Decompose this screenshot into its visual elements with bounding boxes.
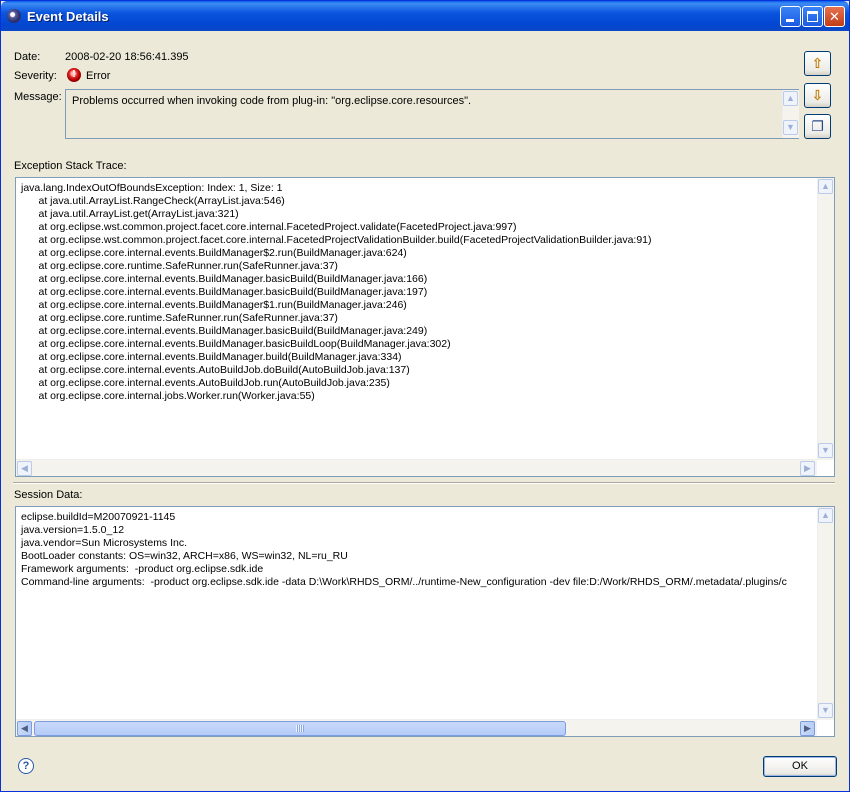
scroll-down-button[interactable]: ▼ (818, 703, 833, 718)
text-line: at org.eclipse.core.internal.events.Buil… (21, 247, 407, 259)
text-line: Command-line arguments: -product org.ecl… (21, 576, 787, 588)
text-line: at org.eclipse.wst.common.project.facet.… (21, 234, 652, 246)
text-line: at org.eclipse.core.runtime.SafeRunner.r… (21, 312, 338, 324)
section-divider (13, 482, 835, 484)
text-line: at java.util.ArrayList.get(ArrayList.jav… (21, 208, 239, 220)
text-line: Framework arguments: -product org.eclips… (21, 563, 264, 575)
previous-event-button[interactable]: ⇧ (804, 51, 831, 76)
close-icon: ✕ (829, 9, 840, 24)
text-line: at org.eclipse.core.runtime.SafeRunner.r… (21, 260, 338, 272)
text-line: at org.eclipse.core.internal.events.Auto… (21, 377, 390, 389)
date-value: 2008-02-20 18:56:41.395 (65, 51, 189, 63)
text-line: at org.eclipse.core.internal.jobs.Worker… (21, 390, 315, 402)
event-details-dialog: Event Details ✕ Date: 2008-02-20 18:56:4… (0, 0, 850, 792)
text-line: eclipse.buildId=M20070921-1145 (21, 511, 176, 523)
scroll-down-button[interactable]: ▼ (783, 120, 798, 135)
severity-value: Error (86, 70, 111, 82)
error-icon: ! (67, 68, 81, 82)
text-line: at org.eclipse.core.internal.events.Buil… (21, 299, 407, 311)
message-vertical-scrollbar[interactable]: ▲ ▼ (782, 90, 799, 138)
stack-trace-horizontal-scrollbar[interactable]: ◀ ▶ (16, 459, 817, 476)
close-button[interactable]: ✕ (824, 6, 845, 27)
next-event-button[interactable]: ⇩ (804, 83, 831, 108)
text-line: BootLoader constants: OS=win32, ARCH=x86… (21, 550, 348, 562)
scroll-right-button[interactable]: ▶ (800, 721, 815, 736)
grip-icon (296, 725, 304, 732)
copy-icon: ❐ (811, 118, 824, 134)
stack-trace-vertical-scrollbar[interactable]: ▲ ▼ (817, 178, 834, 460)
stack-trace-text: java.lang.IndexOutOfBoundsException: Ind… (21, 182, 652, 403)
message-label: Message: (14, 91, 62, 103)
text-line: at org.eclipse.core.internal.events.Auto… (21, 364, 410, 376)
text-line: java.vendor=Sun Microsystems Inc. (21, 537, 188, 549)
scroll-down-button[interactable]: ▼ (818, 443, 833, 458)
help-icon[interactable]: ? (18, 758, 34, 774)
text-line: java.lang.IndexOutOfBoundsException: Ind… (21, 182, 283, 194)
text-line: at org.eclipse.wst.common.project.facet.… (21, 221, 517, 233)
arrow-down-icon: ⇩ (811, 87, 824, 103)
window-title: Event Details (27, 9, 109, 24)
scroll-up-button[interactable]: ▲ (818, 179, 833, 194)
session-horizontal-scrollbar[interactable]: ◀ ▶ (16, 719, 817, 736)
text-line: at org.eclipse.core.internal.events.Buil… (21, 286, 428, 298)
exception-label: Exception Stack Trace: (14, 160, 127, 172)
severity-label: Severity: (14, 70, 57, 82)
text-line: at org.eclipse.core.internal.events.Buil… (21, 325, 428, 337)
session-vertical-scrollbar[interactable]: ▲ ▼ (817, 507, 834, 720)
minimize-button[interactable] (780, 6, 801, 27)
text-line: at java.util.ArrayList.RangeCheck(ArrayL… (21, 195, 285, 207)
title-bar[interactable]: Event Details ✕ (1, 1, 849, 31)
arrow-up-icon: ⇧ (811, 55, 824, 71)
scroll-right-button[interactable]: ▶ (800, 461, 815, 476)
session-data-text: eclipse.buildId=M20070921-1145 java.versi… (21, 511, 787, 589)
scroll-up-button[interactable]: ▲ (783, 91, 798, 106)
maximize-icon (807, 11, 818, 22)
minimize-icon (786, 19, 794, 22)
date-label: Date: (14, 51, 41, 63)
text-line: at org.eclipse.core.internal.events.Buil… (21, 273, 428, 285)
scroll-left-button[interactable]: ◀ (17, 721, 32, 736)
stack-trace-area[interactable]: java.lang.IndexOutOfBoundsException: Ind… (15, 177, 835, 477)
horizontal-scroll-thumb[interactable] (34, 721, 566, 736)
text-line: at org.eclipse.core.internal.events.Buil… (21, 338, 451, 350)
message-text: Problems occurred when invoking code fro… (72, 95, 472, 107)
text-line: at org.eclipse.core.internal.events.Buil… (21, 351, 402, 363)
message-field[interactable]: Problems occurred when invoking code fro… (65, 89, 799, 139)
session-label: Session Data: (14, 489, 83, 501)
text-line: java.version=1.5.0_12 (21, 524, 125, 536)
maximize-button[interactable] (802, 6, 823, 27)
eclipse-icon (7, 9, 21, 23)
session-data-area[interactable]: eclipse.buildId=M20070921-1145 java.versi… (15, 506, 835, 737)
copy-button[interactable]: ❐ (804, 114, 831, 139)
ok-button[interactable]: OK (763, 756, 837, 777)
scroll-up-button[interactable]: ▲ (818, 508, 833, 523)
scroll-left-button[interactable]: ◀ (17, 461, 32, 476)
